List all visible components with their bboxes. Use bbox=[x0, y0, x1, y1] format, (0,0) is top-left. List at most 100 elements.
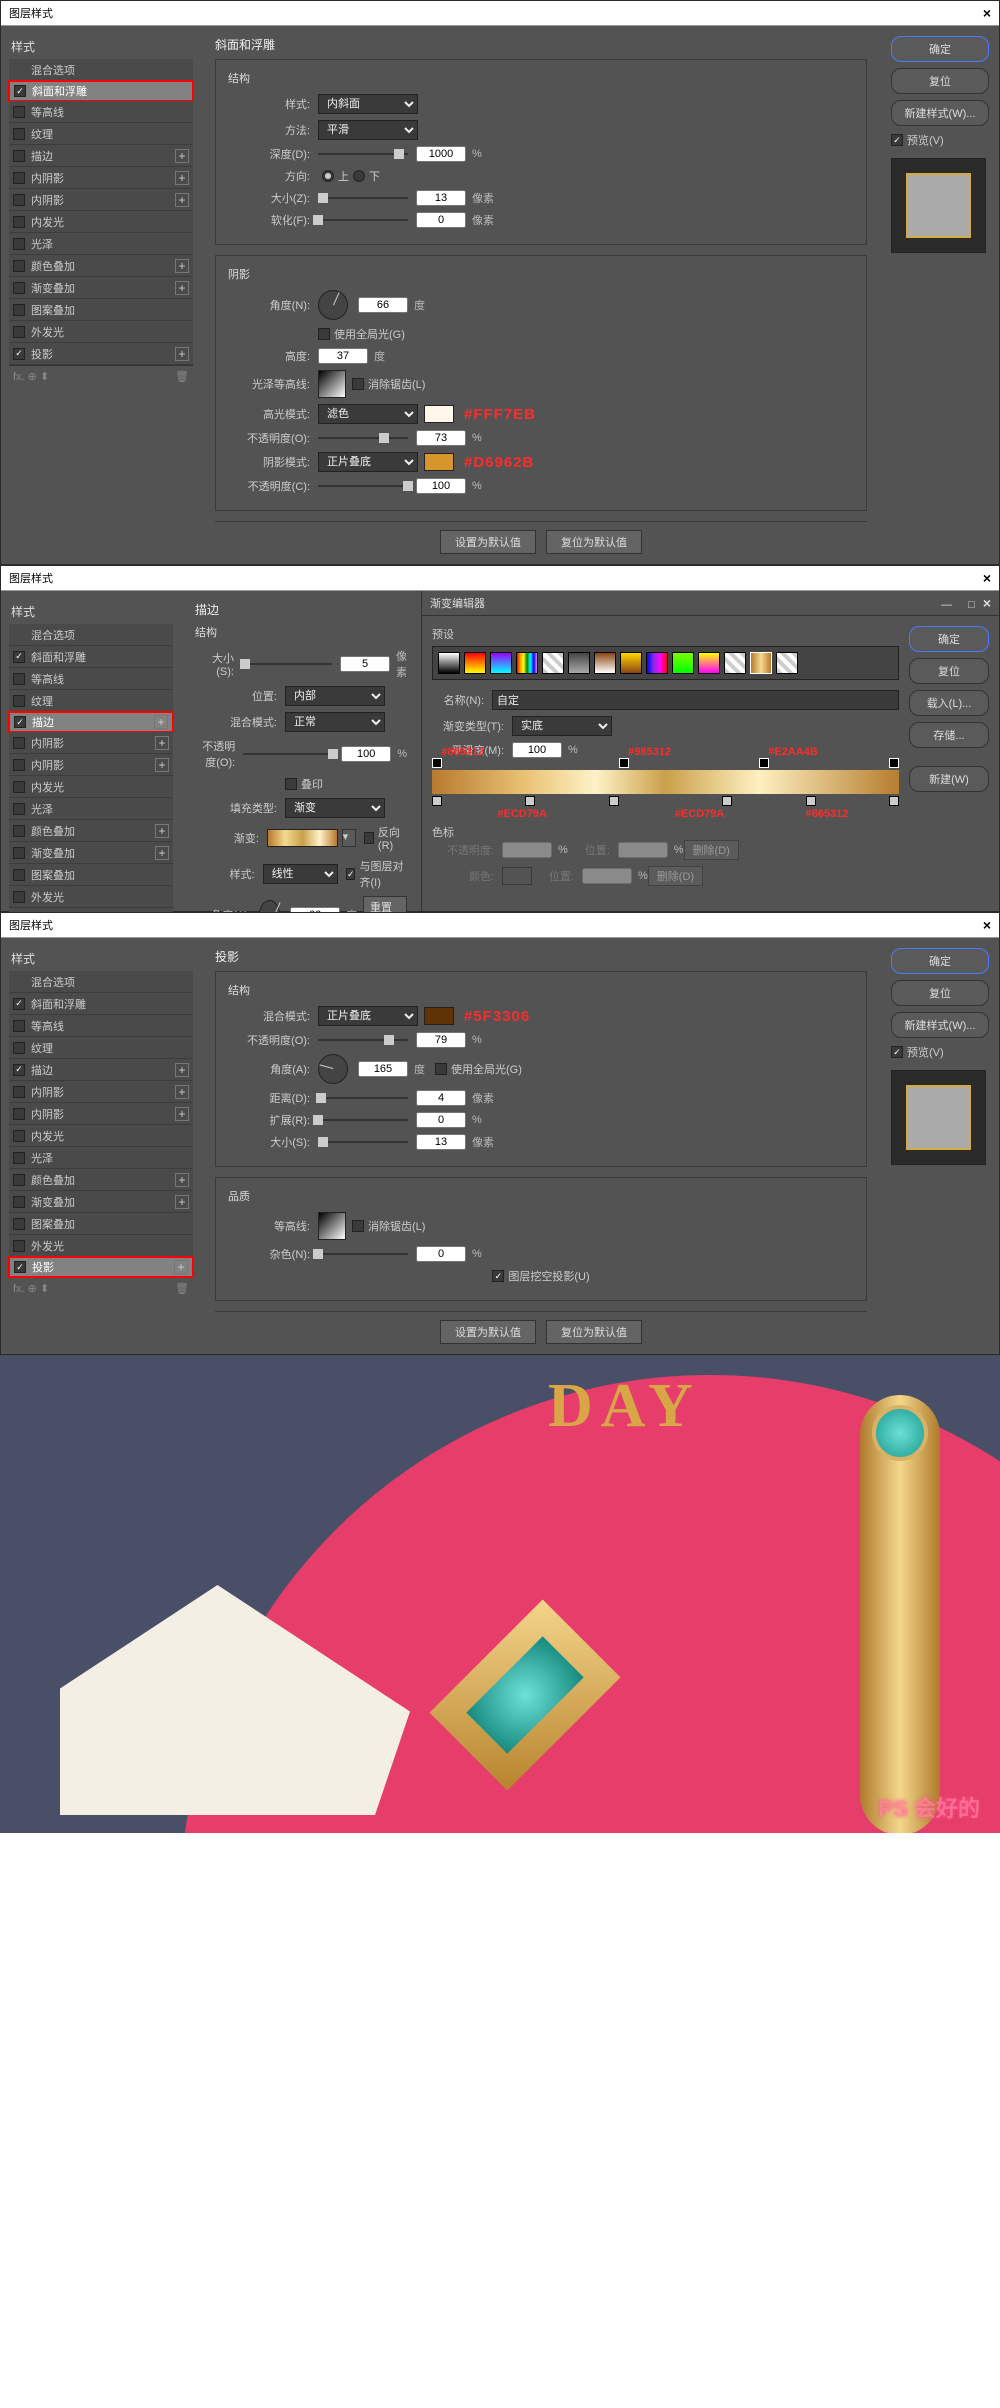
hi-mode-select[interactable]: 滤色 bbox=[318, 404, 418, 424]
style-row[interactable]: 颜色叠加+ bbox=[9, 820, 173, 842]
ds-contour[interactable] bbox=[318, 1212, 346, 1240]
style-checkbox[interactable] bbox=[13, 803, 25, 815]
trash-icon[interactable]: 🗑 bbox=[175, 370, 189, 383]
add-effect-icon[interactable]: + bbox=[175, 1063, 189, 1077]
sh-op-slider[interactable] bbox=[318, 485, 408, 487]
style-checkbox[interactable] bbox=[13, 150, 25, 162]
style-row[interactable]: 图案叠加 bbox=[9, 864, 173, 886]
style-row[interactable]: 斜面和浮雕 bbox=[9, 993, 193, 1015]
style-row[interactable]: 描边+ bbox=[9, 1059, 193, 1081]
style-checkbox[interactable] bbox=[13, 869, 25, 881]
ge-save-button[interactable]: 存储... bbox=[909, 722, 989, 748]
gradient-strip[interactable] bbox=[267, 829, 338, 847]
style-row[interactable]: 光泽 bbox=[9, 798, 173, 820]
reset-default-button[interactable]: 复位为默认值 bbox=[546, 530, 642, 554]
blend-options[interactable]: 混合选项 bbox=[9, 59, 193, 81]
style-checkbox[interactable] bbox=[13, 1042, 25, 1054]
hi-color-swatch[interactable] bbox=[424, 405, 454, 423]
ds-angle-dial[interactable] bbox=[318, 1054, 348, 1084]
style-row[interactable]: 投影+ bbox=[9, 343, 193, 365]
ds-spread-slider[interactable] bbox=[318, 1119, 408, 1121]
ok-button[interactable]: 确定 bbox=[891, 948, 989, 974]
add-effect-icon[interactable]: + bbox=[175, 1107, 189, 1121]
style-row[interactable]: 内阴影+ bbox=[9, 189, 193, 211]
style-checkbox[interactable] bbox=[13, 238, 25, 250]
style-checkbox[interactable] bbox=[13, 781, 25, 793]
ge-ok-button[interactable]: 确定 bbox=[909, 626, 989, 652]
style-row[interactable]: 图案叠加 bbox=[9, 1213, 193, 1235]
ds-noise-input[interactable] bbox=[416, 1246, 466, 1262]
style-row[interactable]: 内阴影+ bbox=[9, 754, 173, 776]
style-checkbox[interactable] bbox=[13, 1130, 25, 1142]
style-row[interactable]: 光泽 bbox=[9, 233, 193, 255]
style-checkbox[interactable] bbox=[14, 85, 26, 97]
style-checkbox[interactable] bbox=[13, 998, 25, 1010]
style-row[interactable]: 纹理 bbox=[9, 123, 193, 145]
style-checkbox[interactable] bbox=[13, 891, 25, 903]
style-checkbox[interactable] bbox=[13, 348, 25, 360]
bevel-method-select[interactable]: 平滑 bbox=[318, 120, 418, 140]
style-row[interactable]: 颜色叠加+ bbox=[9, 1169, 193, 1191]
ge-type-select[interactable]: 实底 bbox=[512, 716, 612, 736]
style-checkbox[interactable] bbox=[13, 1064, 25, 1076]
ds-color-swatch[interactable] bbox=[424, 1007, 454, 1025]
add-effect-icon[interactable]: + bbox=[155, 824, 169, 838]
add-effect-icon[interactable]: + bbox=[155, 846, 169, 860]
gloss-contour[interactable] bbox=[318, 370, 346, 398]
ok-button[interactable]: 确定 bbox=[891, 36, 989, 62]
size-slider[interactable] bbox=[318, 197, 408, 199]
add-effect-icon[interactable]: + bbox=[175, 193, 189, 207]
altitude-input[interactable] bbox=[318, 348, 368, 364]
style-row[interactable]: 斜面和浮雕 bbox=[8, 80, 194, 102]
stroke-size-input[interactable] bbox=[340, 656, 390, 672]
align-check[interactable] bbox=[346, 868, 356, 880]
soften-input[interactable] bbox=[416, 212, 466, 228]
preview-check[interactable] bbox=[891, 1046, 903, 1058]
style-row[interactable]: 斜面和浮雕 bbox=[9, 646, 173, 668]
sh-color-swatch[interactable] bbox=[424, 453, 454, 471]
style-checkbox[interactable] bbox=[13, 282, 25, 294]
fill-type-select[interactable]: 渐变 bbox=[285, 798, 385, 818]
soften-slider[interactable] bbox=[318, 219, 408, 221]
style-checkbox[interactable] bbox=[13, 194, 25, 206]
style-row[interactable]: 纹理 bbox=[9, 1037, 193, 1059]
add-effect-icon[interactable]: + bbox=[175, 1195, 189, 1209]
stroke-op-input[interactable] bbox=[341, 746, 391, 762]
ge-new-button[interactable]: 新建(W) bbox=[909, 766, 989, 792]
angle-dial[interactable] bbox=[318, 290, 348, 320]
style-checkbox[interactable] bbox=[14, 716, 26, 728]
reset-default-button[interactable]: 复位为默认值 bbox=[546, 1320, 642, 1344]
style-checkbox[interactable] bbox=[13, 737, 25, 749]
dir-up-radio[interactable] bbox=[322, 170, 334, 182]
style-checkbox[interactable] bbox=[13, 304, 25, 316]
style-row[interactable]: 内阴影+ bbox=[9, 167, 193, 189]
style-checkbox[interactable] bbox=[13, 260, 25, 272]
ds-dist-slider[interactable] bbox=[318, 1097, 408, 1099]
stroke-size-slider[interactable] bbox=[242, 663, 332, 665]
style-checkbox[interactable] bbox=[13, 1240, 25, 1252]
bevel-style-select[interactable]: 内斜面 bbox=[318, 94, 418, 114]
ds-size-input[interactable] bbox=[416, 1134, 466, 1150]
gradient-bar[interactable]: #865312 #985312 #E2AA4B #ECD79A #ECD79A … bbox=[432, 770, 899, 794]
style-checkbox[interactable] bbox=[13, 673, 25, 685]
style-row[interactable]: 内阴影+ bbox=[9, 1081, 193, 1103]
style-checkbox[interactable] bbox=[13, 172, 25, 184]
sh-op-input[interactable] bbox=[416, 478, 466, 494]
ds-spread-input[interactable] bbox=[416, 1112, 466, 1128]
style-row[interactable]: 等高线 bbox=[9, 1015, 193, 1037]
style-row[interactable]: 外发光 bbox=[9, 1235, 193, 1257]
preset-swatches[interactable] bbox=[432, 646, 899, 680]
new-style-button[interactable]: 新建样式(W)... bbox=[891, 1012, 989, 1038]
style-row[interactable]: 描边+ bbox=[9, 145, 193, 167]
ds-global-check[interactable] bbox=[435, 1063, 447, 1075]
hi-op-slider[interactable] bbox=[318, 437, 408, 439]
add-effect-icon[interactable]: + bbox=[175, 149, 189, 163]
ds-dist-input[interactable] bbox=[416, 1090, 466, 1106]
style-row[interactable]: 投影+ bbox=[8, 1256, 194, 1278]
style-checkbox[interactable] bbox=[13, 326, 25, 338]
style-row[interactable]: 内发光 bbox=[9, 776, 173, 798]
ge-close-icon[interactable]: × bbox=[983, 595, 991, 611]
sh-mode-select[interactable]: 正片叠底 bbox=[318, 452, 418, 472]
cancel-button[interactable]: 复位 bbox=[891, 980, 989, 1006]
style-checkbox[interactable] bbox=[13, 1020, 25, 1032]
